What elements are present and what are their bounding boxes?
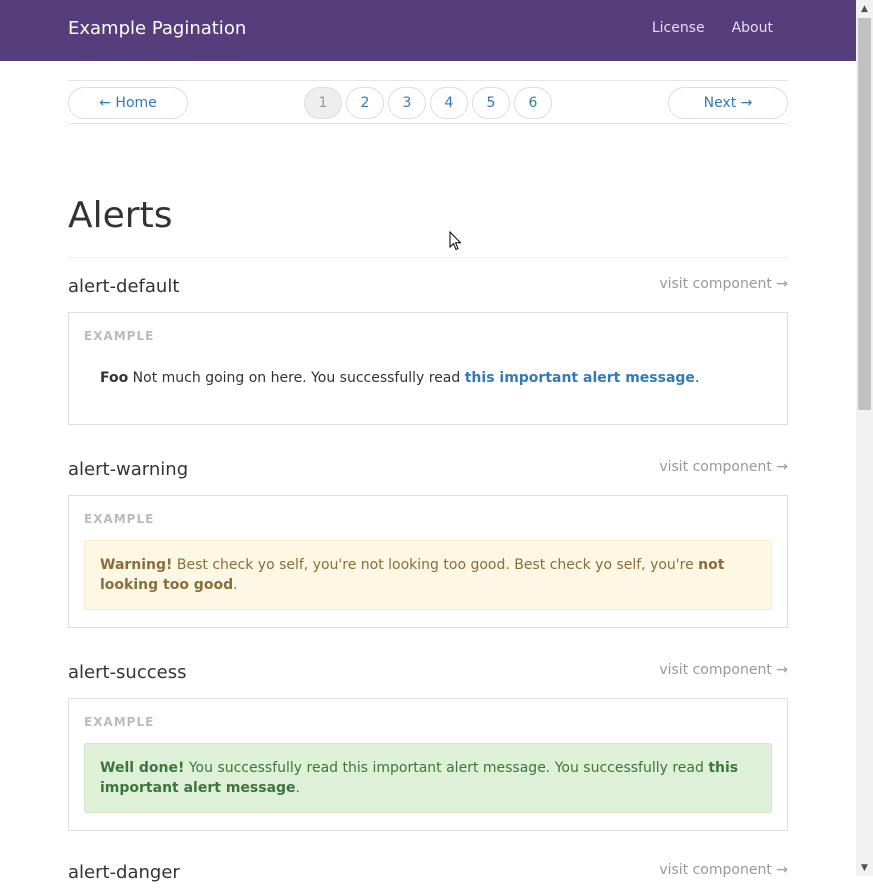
alert-after: . [694,370,700,386]
page-1-button[interactable]: 1 [304,87,342,119]
section-alert-default: alert-default visit component → EXAMPLE … [68,276,788,425]
section-title: alert-default [68,276,180,297]
alert-after: . [233,577,238,593]
example-label: EXAMPLE [84,715,155,729]
title-divider [68,257,788,258]
alert-text: You successfully read this important ale… [184,760,709,776]
alert-warning: Warning! Best check yo self, you're not … [84,540,772,610]
example-box: EXAMPLE Foo Not much going on here. You … [68,312,788,425]
example-box: EXAMPLE Well done! You successfully read… [68,698,788,831]
page-6-button[interactable]: 6 [514,87,552,119]
home-button[interactable]: ← Home [68,87,188,119]
page-5-button[interactable]: 5 [472,87,510,119]
visit-component-link[interactable]: visit component → [659,459,788,475]
alert-strong: Foo [100,370,129,386]
brand-title[interactable]: Example Pagination [68,18,246,39]
mouse-cursor-icon [449,231,462,251]
alert-strong: Warning! [100,557,173,573]
scroll-up-arrow-icon[interactable]: ▲ [856,0,873,17]
page-numbers: 1 2 3 4 5 6 [304,87,552,119]
nav-link-license[interactable]: License [652,20,705,36]
section-alert-danger: alert-danger visit component → [68,862,788,890]
page-4-button[interactable]: 4 [430,87,468,119]
vertical-scrollbar[interactable]: ▲ ▼ [856,0,873,876]
page-2-button[interactable]: 2 [346,87,384,119]
example-label: EXAMPLE [84,329,155,343]
pagination-bar: ← Home 1 2 3 4 5 6 Next → [68,80,788,124]
section-title: alert-warning [68,459,189,480]
alert-default: Foo Not much going on here. You successf… [84,357,772,399]
alert-strong: Well done! [100,760,185,776]
scroll-down-arrow-icon[interactable]: ▼ [856,859,873,876]
alert-text: Best check yo self, you're not looking t… [172,557,699,573]
visit-component-link[interactable]: visit component → [659,662,788,678]
top-navbar: Example Pagination License About [0,0,856,61]
alert-after: . [295,780,300,796]
nav-link-about[interactable]: About [732,20,773,36]
page-3-button[interactable]: 3 [388,87,426,119]
alert-success: Well done! You successfully read this im… [84,743,772,813]
next-button[interactable]: Next → [668,87,788,119]
section-alert-warning: alert-warning visit component → EXAMPLE … [68,459,788,628]
scrollbar-thumb[interactable] [858,18,871,410]
nav-links: License About [652,20,773,36]
section-title: alert-danger [68,862,180,883]
section-title: alert-success [68,662,187,683]
section-alert-success: alert-success visit component → EXAMPLE … [68,662,788,831]
alert-link[interactable]: this important alert message [465,370,695,386]
example-label: EXAMPLE [84,512,155,526]
example-box: EXAMPLE Warning! Best check yo self, you… [68,495,788,628]
alert-text: Not much going on here. You successfully… [128,370,465,386]
visit-component-link[interactable]: visit component → [659,276,788,292]
page-title: Alerts [68,195,173,236]
